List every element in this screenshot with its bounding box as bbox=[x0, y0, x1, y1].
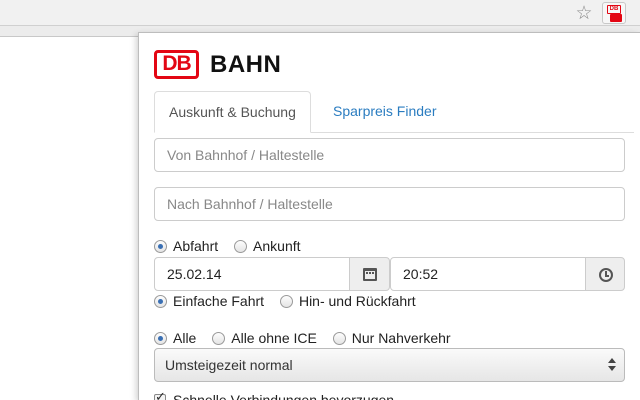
to-station-input[interactable] bbox=[154, 187, 625, 221]
date-input[interactable] bbox=[154, 257, 350, 291]
clock-icon bbox=[599, 268, 613, 282]
time-mode-group: Abfahrt Ankunft bbox=[154, 238, 313, 256]
from-station-input[interactable] bbox=[154, 138, 625, 172]
db-extension-icon: DB bbox=[607, 5, 621, 14]
round-trip-label: Hin- und Rückfahrt bbox=[298, 293, 416, 309]
tab-sparpreis-finder[interactable]: Sparpreis Finder bbox=[319, 91, 451, 133]
departure-radio[interactable] bbox=[154, 239, 167, 253]
round-trip-radio[interactable] bbox=[279, 294, 293, 308]
tab-bar: Auskunft & Buchung Sparpreis Finder bbox=[154, 91, 634, 133]
time-input[interactable] bbox=[390, 257, 586, 291]
trip-type-group: Einfache Fahrt Hin- und Rückfahrt bbox=[154, 293, 428, 311]
one-way-label: Einfache Fahrt bbox=[173, 293, 265, 309]
date-field-group bbox=[154, 257, 390, 291]
all-trains-option[interactable]: Alle bbox=[154, 330, 196, 346]
tab-auskunft-buchung[interactable]: Auskunft & Buchung bbox=[154, 91, 311, 133]
time-field-group bbox=[390, 257, 625, 291]
db-extension-button[interactable]: DB bbox=[602, 2, 626, 24]
arrival-label: Ankunft bbox=[253, 238, 301, 254]
no-ice-radio[interactable] bbox=[212, 331, 226, 345]
browser-toolbar bbox=[0, 0, 640, 25]
db-logo-mark: DB bbox=[154, 50, 199, 79]
bahn-logo-text: BAHN bbox=[210, 51, 282, 78]
round-trip-option[interactable]: Hin- und Rückfahrt bbox=[279, 293, 416, 309]
regional-only-label: Nur Nahverkehr bbox=[351, 330, 451, 346]
departure-option[interactable]: Abfahrt bbox=[154, 238, 218, 254]
all-trains-radio[interactable] bbox=[154, 331, 167, 345]
regional-only-option[interactable]: Nur Nahverkehr bbox=[332, 330, 451, 346]
time-picker-button[interactable] bbox=[585, 257, 625, 291]
transfer-time-select[interactable]: Umsteigezeit normal bbox=[154, 348, 625, 382]
all-trains-label: Alle bbox=[173, 330, 197, 346]
no-ice-option[interactable]: Alle ohne ICE bbox=[212, 330, 317, 346]
departure-label: Abfahrt bbox=[173, 238, 219, 254]
arrival-option[interactable]: Ankunft bbox=[234, 238, 301, 254]
ticket-icon bbox=[610, 14, 622, 22]
fast-connections-checkbox[interactable] bbox=[154, 390, 166, 400]
fast-connections-option[interactable]: Schnelle Verbindungen bevorzugen bbox=[154, 390, 395, 400]
star-icon[interactable]: ☆ bbox=[573, 2, 595, 24]
train-type-group: Alle Alle ohne ICE Nur Nahverkehr bbox=[154, 330, 463, 348]
extension-popup: DB BAHN Auskunft & Buchung Sparpreis Fin… bbox=[138, 32, 640, 400]
regional-only-radio[interactable] bbox=[332, 331, 346, 345]
fast-connections-label: Schnelle Verbindungen bevorzugen bbox=[173, 392, 395, 400]
calendar-icon bbox=[363, 268, 377, 281]
one-way-radio[interactable] bbox=[154, 294, 167, 308]
date-picker-button[interactable] bbox=[349, 257, 390, 291]
transfer-time-value: Umsteigezeit normal bbox=[165, 357, 293, 373]
select-arrows-icon bbox=[608, 358, 616, 372]
arrival-radio[interactable] bbox=[234, 239, 248, 253]
one-way-option[interactable]: Einfache Fahrt bbox=[154, 293, 264, 309]
no-ice-label: Alle ohne ICE bbox=[231, 330, 317, 346]
